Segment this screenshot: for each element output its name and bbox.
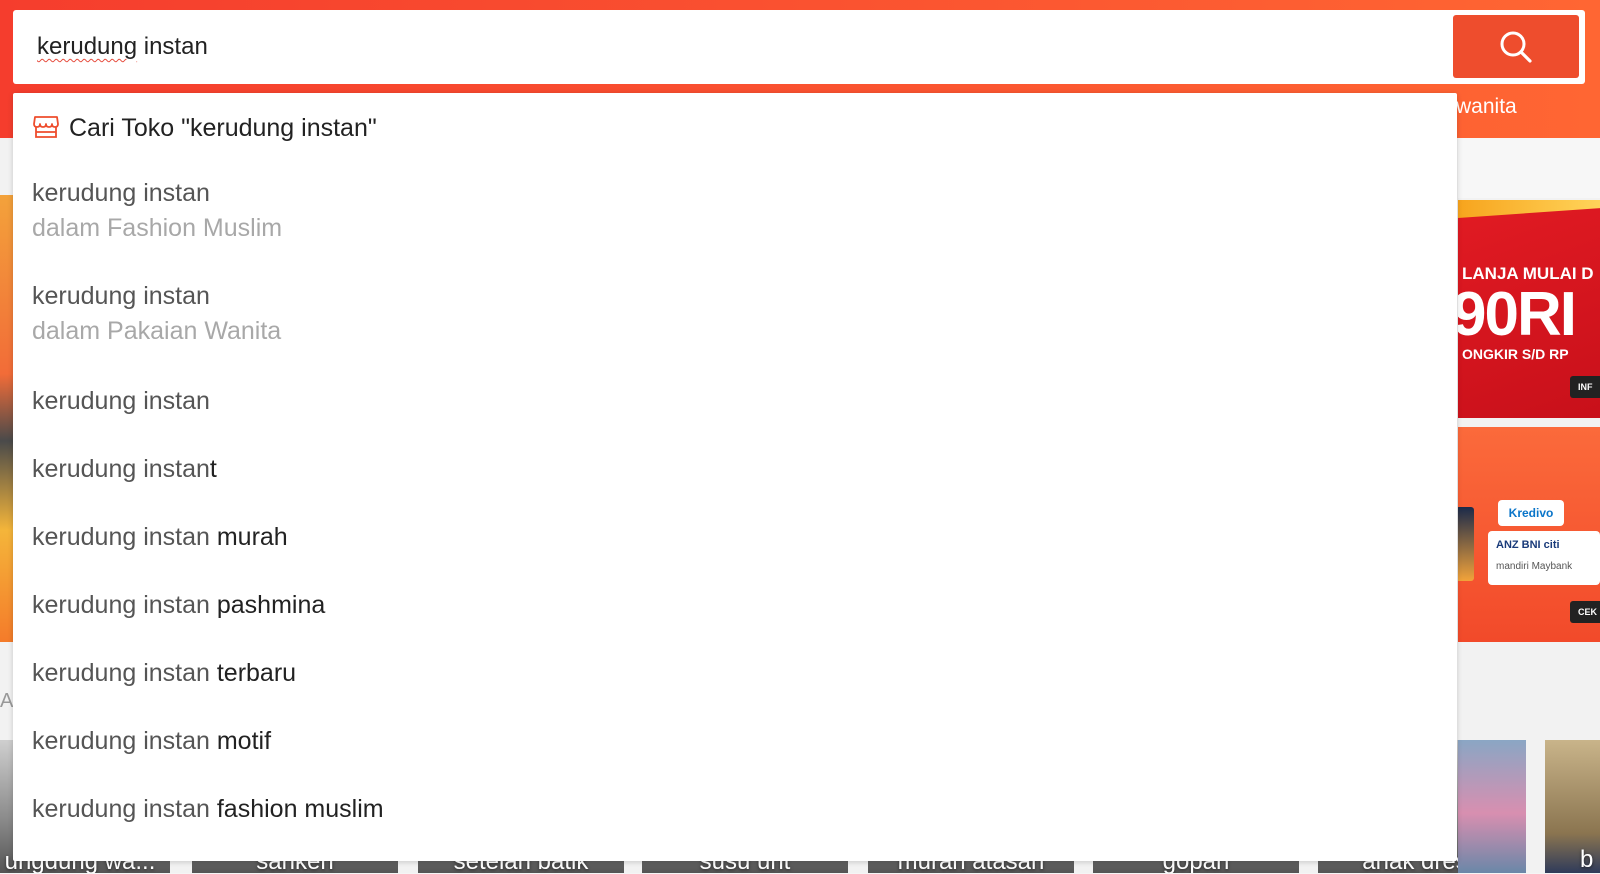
promo-banner[interactable]: LANJA MULAI D 90RI ONGKIR S/D RP INF — [1458, 200, 1600, 418]
suggestion-completion: motif — [209, 727, 272, 755]
search-suggestions-dropdown: Cari Toko "kerudung instan" kerudung ins… — [13, 93, 1457, 861]
category-suggestion[interactable]: kerudung instan dalam Pakaian Wanita — [13, 268, 1457, 371]
banks-row1: ANZ BNI citi — [1496, 539, 1560, 551]
suggestion-query: kerudung instan — [32, 387, 210, 415]
promo-line2: ONGKIR S/D RP — [1462, 346, 1569, 362]
search-hint-keyword[interactable]: wanita — [1456, 94, 1517, 120]
search-button[interactable] — [1453, 15, 1579, 78]
tile-label: b — [1580, 846, 1594, 873]
suggestion-query: kerudung instan — [32, 282, 210, 310]
shop-icon — [33, 116, 59, 138]
cek-chip[interactable]: CEK — [1570, 601, 1600, 623]
keyword-suggestion[interactable]: kerudung instan motif — [13, 711, 1457, 779]
suggestion-query: kerudung instan — [32, 455, 210, 483]
suggestion-completion: pashmina — [209, 591, 326, 619]
banks-card: ANZ BNI citi mandiri Maybank — [1488, 531, 1600, 585]
left-banner[interactable] — [0, 195, 14, 642]
suggestion-query: kerudung instan — [32, 591, 210, 619]
payment-banner[interactable]: Kredivo ANZ BNI citi mandiri Maybank CEK — [1458, 427, 1600, 642]
search-box: kerudung instan — [13, 10, 1585, 84]
keyword-suggestion[interactable]: kerudung instan — [13, 371, 1457, 439]
search-input-rest: instan — [137, 33, 208, 60]
suggestion-query: kerudung instan — [32, 659, 210, 687]
keyword-suggestion[interactable]: kerudung instan murah — [13, 507, 1457, 575]
search-input-misspelled-word: kerudung — [37, 33, 138, 60]
suggestion-completion: fashion muslim — [209, 795, 384, 823]
keyword-suggestion[interactable]: kerudung instan fashion muslim — [13, 779, 1457, 847]
shop-search-label: Cari Toko "kerudung instan" — [69, 114, 377, 142]
suggestion-query: kerudung instan — [32, 727, 210, 755]
suggestion-query: kerudung instan — [32, 795, 210, 823]
suggestion-completion: t — [209, 455, 217, 483]
suggestion-query: kerudung instan — [32, 179, 210, 207]
suggestion-completion: terbaru — [209, 659, 297, 687]
keyword-suggestion[interactable]: kerudung instan terbaru — [13, 643, 1457, 711]
category-suggestion[interactable]: kerudung instan dalam Fashion Muslim — [13, 165, 1457, 268]
suggestion-completion: murah — [209, 523, 288, 551]
banks-row2: mandiri Maybank — [1496, 561, 1573, 572]
promo-big-number: 90RI — [1458, 280, 1577, 349]
banner-stripe — [1458, 200, 1600, 218]
search-input[interactable]: kerudung instan — [37, 28, 1457, 66]
phone-image — [1458, 507, 1474, 581]
search-shop-suggestion[interactable]: Cari Toko "kerudung instan" — [13, 93, 1457, 163]
kredivo-logo: Kredivo — [1498, 500, 1564, 526]
suggestion-category: dalam Pakaian Wanita — [32, 317, 282, 345]
promo-info-chip[interactable]: INF — [1570, 376, 1600, 398]
suggestion-category: dalam Fashion Muslim — [32, 214, 283, 242]
right-strip — [1458, 138, 1600, 198]
keyword-suggestion[interactable]: kerudung instant — [13, 439, 1457, 507]
suggestion-query: kerudung instan — [32, 523, 210, 551]
keyword-suggestion[interactable]: kerudung instan pashmina — [13, 575, 1457, 643]
search-icon — [1500, 31, 1532, 63]
product-photo[interactable] — [1458, 740, 1526, 873]
